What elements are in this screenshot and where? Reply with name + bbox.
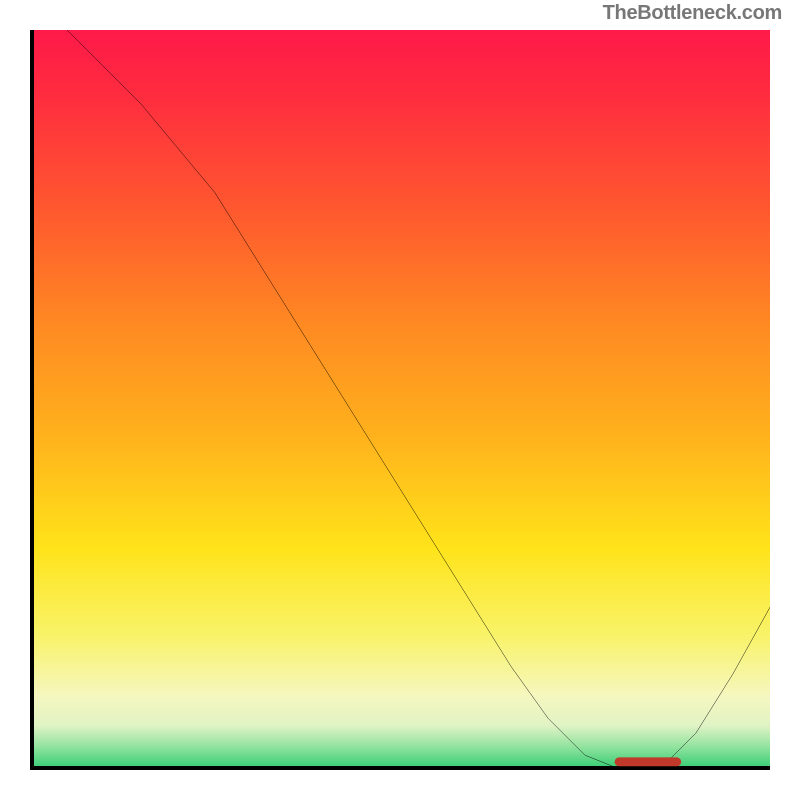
watermark-text: TheBottleneck.com [603,0,782,25]
chart-area [30,30,770,770]
curve-path [67,30,770,770]
chart-svg [30,30,770,770]
optimal-zone-marker [615,757,682,766]
page-root: TheBottleneck.com [0,0,800,800]
